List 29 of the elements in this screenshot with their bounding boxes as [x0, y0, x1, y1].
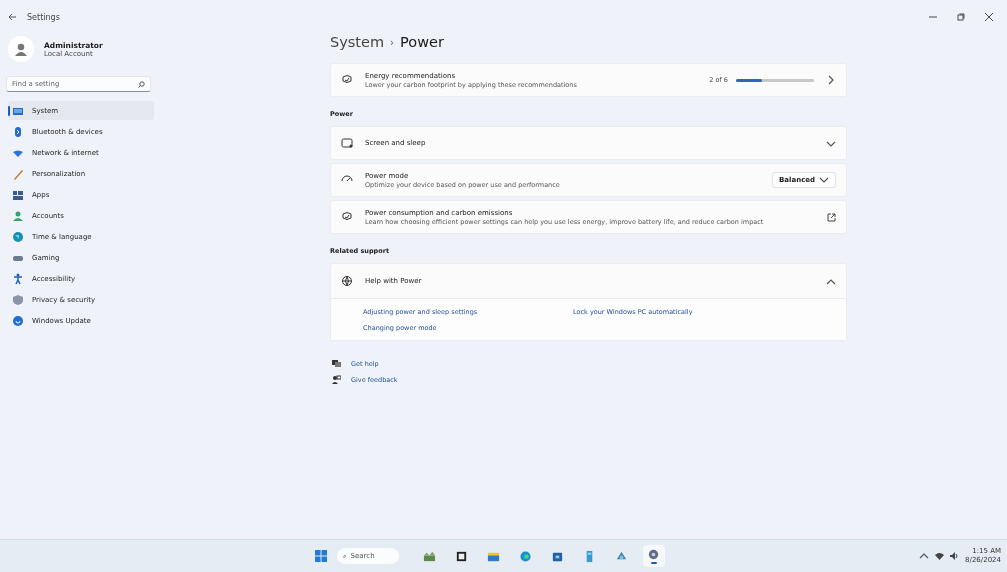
browser-icon: [519, 549, 533, 563]
wifi-icon[interactable]: [935, 552, 945, 560]
restore-icon[interactable]: [957, 13, 965, 21]
speaker-icon[interactable]: [950, 552, 960, 560]
feedback-icon: [332, 375, 341, 384]
start-icon[interactable]: [314, 550, 327, 562]
breadcrumb-separator: ›: [390, 36, 395, 48]
close-icon[interactable]: [985, 13, 993, 21]
bluetooth-icon: [12, 125, 24, 138]
chevron-down-icon: [819, 175, 829, 185]
landscape-icon: [423, 549, 437, 563]
minimize-icon[interactable]: [929, 13, 937, 21]
shield-icon: [12, 293, 24, 306]
window-title: Settings: [27, 12, 60, 22]
brush-icon: [12, 167, 24, 180]
person-icon: [12, 209, 24, 222]
search-icon: [342, 552, 346, 560]
back-icon[interactable]: [8, 13, 17, 21]
apps-icon: [12, 188, 24, 201]
avatar: [8, 36, 34, 62]
chat-icon: [332, 359, 341, 368]
chevron-right-icon: [826, 75, 836, 85]
accessibility-icon: [12, 272, 24, 285]
breadcrumb-parent[interactable]: System: [330, 34, 385, 50]
page-title: Power: [400, 34, 444, 50]
search-icon: [138, 80, 145, 88]
chevron-up-icon: [919, 551, 930, 561]
external-link-icon: [827, 212, 836, 222]
screen-icon: [341, 137, 353, 149]
